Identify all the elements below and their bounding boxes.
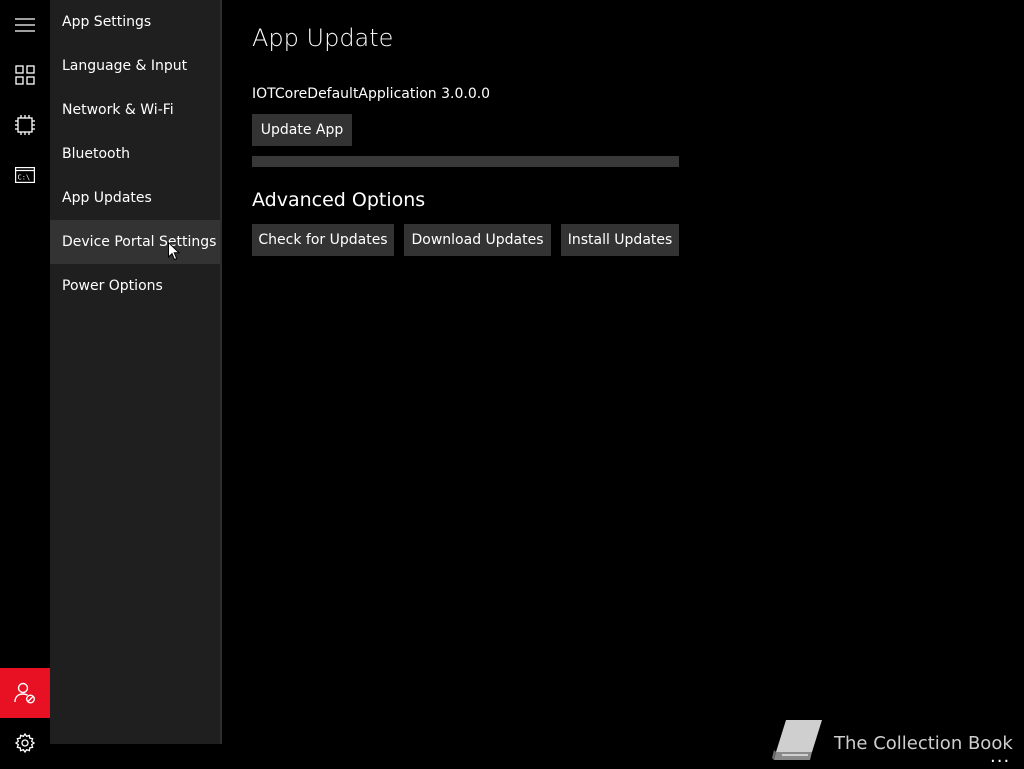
check-for-updates-button[interactable]: Check for Updates (252, 224, 394, 256)
watermark-text: The Collection Book (834, 733, 1013, 754)
sidebar-item-power-options[interactable]: Power Options (50, 264, 220, 308)
settings-sidebar: App Settings Language & Input Network & … (50, 0, 222, 744)
user-blocked-icon[interactable] (0, 668, 50, 718)
book-icon (772, 718, 824, 769)
sidebar-item-label: Device Portal Settings (62, 234, 217, 250)
update-app-button[interactable]: Update App (252, 114, 352, 146)
mouse-cursor-icon (168, 241, 181, 265)
sidebar-item-device-portal-settings[interactable]: Device Portal Settings (50, 220, 220, 264)
app-version-text: IOTCoreDefaultApplication 3.0.0.0 (252, 86, 491, 102)
sidebar-item-app-updates[interactable]: App Updates (50, 176, 220, 220)
sidebar-item-label: Network & Wi-Fi (62, 102, 174, 118)
install-updates-button[interactable]: Install Updates (561, 224, 679, 256)
page-title: App Update (252, 24, 394, 52)
sidebar-item-bluetooth[interactable]: Bluetooth (50, 132, 220, 176)
update-progress-bar (252, 156, 679, 167)
svg-text:C:\: C:\ (18, 174, 31, 182)
sidebar-item-network-wifi[interactable]: Network & Wi-Fi (50, 88, 220, 132)
sidebar-item-label: App Updates (62, 190, 152, 206)
download-updates-button[interactable]: Download Updates (404, 224, 551, 256)
tiles-icon[interactable] (0, 50, 50, 100)
icon-rail: C:\ (0, 0, 50, 768)
advanced-options-heading: Advanced Options (252, 189, 426, 211)
sidebar-item-label: Power Options (62, 278, 163, 294)
sidebar-item-label: Bluetooth (62, 146, 130, 162)
hamburger-menu-icon[interactable] (0, 0, 50, 50)
gear-icon[interactable] (0, 718, 50, 768)
device-chip-icon[interactable] (0, 100, 50, 150)
sidebar-item-label: Language & Input (62, 58, 188, 74)
sidebar-item-label: App Settings (62, 14, 152, 30)
sidebar-item-app-settings[interactable]: App Settings (50, 0, 220, 44)
more-options-button[interactable]: ... (990, 746, 1010, 767)
sidebar-item-language-input[interactable]: Language & Input (50, 44, 220, 88)
watermark: The Collection Book (772, 718, 1013, 769)
command-prompt-icon[interactable]: C:\ (0, 150, 50, 200)
